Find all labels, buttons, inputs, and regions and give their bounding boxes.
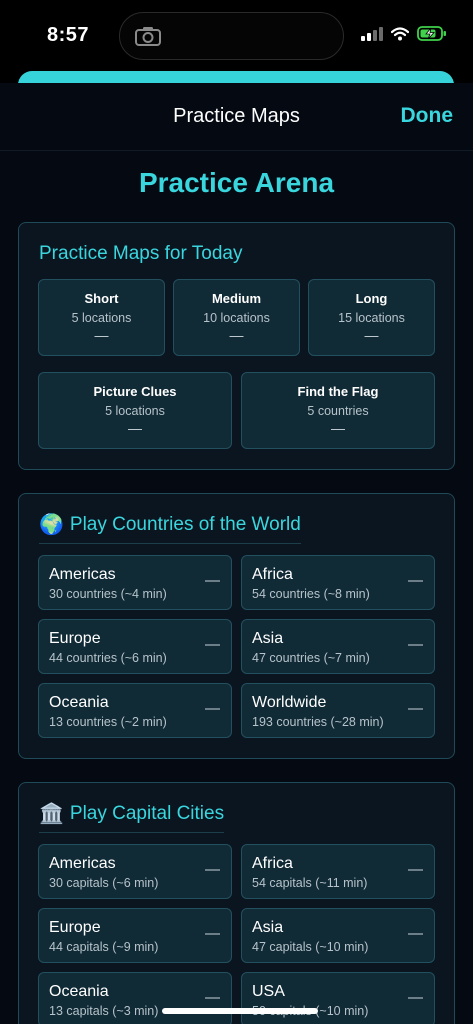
tile-status: —: [128, 420, 142, 436]
globe-icon: 🌍: [39, 514, 64, 536]
status-time: 8:57: [47, 24, 90, 46]
tile-status: —: [205, 572, 220, 589]
tile-status: —: [408, 925, 423, 942]
tile-label: Americas: [49, 855, 116, 872]
tile-subtitle: 44 countries (~6 min): [49, 651, 167, 665]
tile-countries-americas[interactable]: Americas 30 countries (~4 min) —: [38, 555, 232, 610]
tile-label: Worldwide: [252, 694, 327, 711]
tile-label: Asia: [252, 630, 284, 647]
tile-status: —: [408, 636, 423, 653]
tile-subtitle: 44 capitals (~9 min): [49, 940, 159, 954]
tile-countries-europe[interactable]: Europe 44 countries (~6 min) —: [38, 619, 232, 674]
tile-label: Long: [355, 291, 388, 306]
tile-capitals-usa[interactable]: USA 50 capitals (~10 min) —: [241, 972, 435, 1024]
tile-status: —: [408, 700, 423, 717]
tile-status: —: [94, 327, 109, 343]
tile-status: —: [205, 636, 220, 653]
daily-practice-panel: Practice Maps for Today Short 5 location…: [18, 222, 455, 470]
tile-capitals-asia[interactable]: Asia 47 capitals (~10 min) —: [241, 908, 435, 963]
tile-long[interactable]: Long 15 locations —: [308, 279, 435, 356]
tile-label: Find the Flag: [297, 384, 379, 399]
tile-capitals-oceania[interactable]: Oceania 13 capitals (~3 min) —: [38, 972, 232, 1024]
nav-bar: Practice Maps Done: [0, 83, 473, 151]
home-indicator[interactable]: [162, 1008, 318, 1014]
tile-label: Oceania: [49, 694, 109, 711]
tile-capitals-europe[interactable]: Europe 44 capitals (~9 min) —: [38, 908, 232, 963]
tile-subtitle: 30 countries (~4 min): [49, 587, 167, 601]
countries-panel: 🌍 Play Countries of the World Americas 3…: [18, 493, 455, 759]
tile-subtitle: 10 locations: [203, 311, 270, 325]
tile-status: —: [205, 861, 220, 878]
tile-subtitle: 30 capitals (~6 min): [49, 876, 159, 890]
tile-label: Short: [84, 291, 119, 306]
tile-label: Africa: [252, 855, 293, 872]
tile-capitals-americas[interactable]: Americas 30 capitals (~6 min) —: [38, 844, 232, 899]
panel-title-text: Play Countries of the World: [69, 513, 301, 535]
cellular-signal-icon: [361, 26, 383, 41]
tile-label: Africa: [252, 566, 293, 583]
classical-building-icon: 🏛️: [39, 803, 64, 825]
tile-label: Medium: [211, 291, 262, 306]
tile-subtitle: 5 locations: [71, 311, 132, 325]
tile-countries-worldwide[interactable]: Worldwide 193 countries (~28 min) —: [241, 683, 435, 738]
tile-capitals-africa[interactable]: Africa 54 capitals (~11 min) —: [241, 844, 435, 899]
status-bar: 8:57: [0, 0, 473, 70]
tile-subtitle: 13 capitals (~3 min): [49, 1004, 159, 1018]
tile-subtitle: 47 countries (~7 min): [252, 651, 370, 665]
wifi-icon: [391, 26, 409, 40]
tile-status: —: [205, 925, 220, 942]
tile-picture-clues[interactable]: Picture Clues 5 locations —: [38, 372, 232, 449]
tile-status: —: [205, 989, 220, 1006]
tile-medium[interactable]: Medium 10 locations —: [173, 279, 300, 356]
tile-find-the-flag[interactable]: Find the Flag 5 countries —: [241, 372, 435, 449]
tile-label: Europe: [49, 919, 101, 936]
tile-status: —: [408, 989, 423, 1006]
dynamic-island: [119, 12, 344, 60]
practice-maps-sheet: Practice Maps Done Practice Arena Practi…: [0, 83, 473, 1024]
panel-title-text: Play Capital Cities: [69, 802, 225, 824]
tile-label: Europe: [49, 630, 101, 647]
tile-status: —: [205, 700, 220, 717]
tile-subtitle: 15 locations: [338, 311, 405, 325]
tile-status: —: [408, 861, 423, 878]
panel-title: 🌍 Play Countries of the World: [39, 512, 301, 544]
tile-label: Asia: [252, 919, 284, 936]
tile-subtitle: 54 countries (~8 min): [252, 587, 370, 601]
tile-countries-africa[interactable]: Africa 54 countries (~8 min) —: [241, 555, 435, 610]
tile-subtitle: 54 capitals (~11 min): [252, 876, 368, 890]
done-button[interactable]: Done: [401, 104, 454, 128]
page-title: Practice Arena: [138, 167, 335, 198]
tile-status: —: [331, 420, 345, 436]
tile-subtitle: 5 locations: [105, 404, 165, 418]
camera-icon: [135, 27, 161, 46]
capitals-panel: 🏛️ Play Capital Cities Americas 30 capit…: [18, 782, 455, 1024]
tile-status: —: [229, 327, 244, 343]
panel-title: 🏛️ Play Capital Cities: [39, 801, 225, 833]
tile-label: Americas: [49, 566, 116, 583]
tile-label: USA: [252, 983, 285, 1000]
battery-charging-icon: [417, 26, 446, 41]
tile-subtitle: 13 countries (~2 min): [49, 715, 167, 729]
tile-countries-asia[interactable]: Asia 47 countries (~7 min) —: [241, 619, 435, 674]
tile-label: Oceania: [49, 983, 109, 1000]
tile-countries-oceania[interactable]: Oceania 13 countries (~2 min) —: [38, 683, 232, 738]
tile-subtitle: 47 capitals (~10 min): [252, 940, 369, 954]
tile-subtitle: 5 countries: [307, 404, 369, 418]
tile-status: —: [408, 572, 423, 589]
tile-short[interactable]: Short 5 locations —: [38, 279, 165, 356]
tile-status: —: [364, 327, 379, 343]
tile-label: Picture Clues: [93, 384, 177, 399]
tile-subtitle: 193 countries (~28 min): [252, 715, 384, 729]
panel-title: Practice Maps for Today: [39, 243, 243, 264]
